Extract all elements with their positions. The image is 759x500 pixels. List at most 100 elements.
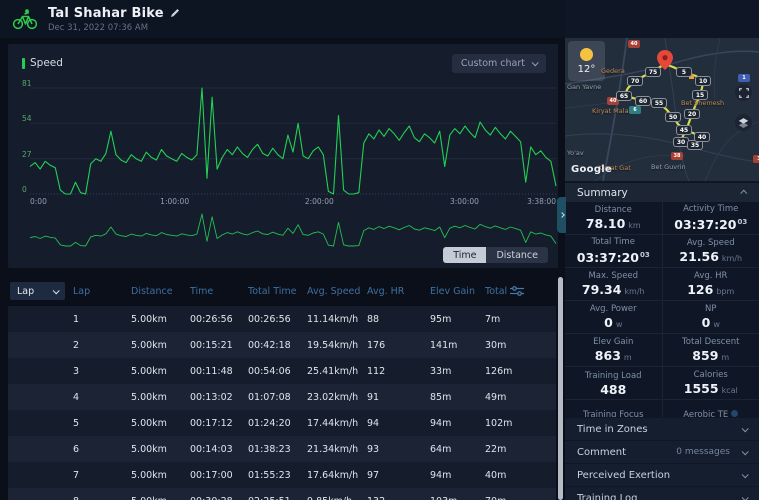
col-header-avg-speed[interactable]: Avg. Speed: [307, 286, 367, 297]
toggle-distance-button[interactable]: Distance: [486, 247, 548, 263]
lap-cell-time: 00:17:12: [190, 418, 248, 429]
lap-cell-avg-hr: 94: [367, 418, 430, 429]
lap-cell-total: 126m: [485, 366, 556, 377]
toggle-time-button[interactable]: Time: [443, 247, 486, 263]
section-time-in-zones[interactable]: Time in Zones: [565, 418, 759, 440]
section-label: Comment: [577, 447, 626, 458]
km-marker: 60: [635, 96, 651, 106]
stat-row: Training Load488Calories1555kcal: [565, 367, 759, 400]
lap-cell-distance: 5.00km: [131, 392, 190, 403]
table-row[interactable]: 55.00km00:17:1201:24:2017.44km/h9494m102…: [8, 410, 556, 436]
chevron-up-icon: [740, 190, 747, 197]
km-marker: 55: [651, 98, 667, 108]
lap-cell-total: 49m: [485, 392, 556, 403]
lap-cell-avg-speed: 9.85km/h: [307, 496, 367, 500]
stat-total-time: Total Time03:37:2003: [565, 235, 662, 267]
x-tick-label: 0:00: [30, 197, 47, 207]
map-town-label: Gedera: [601, 67, 625, 75]
lap-cell-total-time: 01:07:08: [248, 392, 307, 403]
km-marker: 70: [627, 76, 643, 86]
lap-type-select[interactable]: Lap: [10, 282, 65, 300]
stat-row: Elev Gain863mTotal Descent859m: [565, 334, 759, 367]
y-tick-label: 54: [22, 114, 32, 123]
col-header-distance[interactable]: Distance: [131, 286, 190, 297]
lap-cell-avg-speed: 23.02km/h: [307, 392, 367, 403]
activity-page: Tal Shahar Bike Dec 31, 2022 07:36 AM: [0, 0, 759, 500]
stat-elev-gain: Elev Gain863m: [565, 334, 662, 366]
stat-np: NP0w: [662, 301, 759, 333]
stat-avg-hr: Avg. HR126bpm: [662, 268, 759, 300]
col-header-lap[interactable]: Lap: [73, 286, 131, 297]
lap-cell-distance: 5.00km: [131, 418, 190, 429]
x-tick-label: 2:00:00: [305, 197, 334, 207]
lap-table: Lap Lap Distance Time Total Time Avg. Sp…: [8, 276, 556, 500]
stat-total-descent: Total Descent859m: [662, 334, 759, 366]
lap-cell-distance: 5.00km: [131, 470, 190, 481]
lap-cell-lap: 8: [73, 496, 131, 500]
lap-cell-total: 70m: [485, 496, 556, 500]
lap-cell-avg-speed: 17.64km/h: [307, 470, 367, 481]
table-row[interactable]: 35.00km00:11:4800:54:0625.41km/h11233m12…: [8, 358, 556, 384]
sidebar-collapse-handle[interactable]: [557, 197, 566, 233]
detail-sections: Time in Zones Comment 0 messages Perceived …: [565, 418, 759, 500]
lap-cell-lap: 1: [73, 314, 131, 325]
road-shield: 1: [738, 74, 750, 82]
table-row[interactable]: 15.00km00:26:5600:26:5611.14km/h8895m7m: [8, 306, 556, 332]
lap-cell-avg-hr: 97: [367, 470, 430, 481]
stat-training-load: Training Load488: [565, 367, 662, 399]
edit-pencil-icon[interactable]: [170, 8, 180, 18]
lap-cell-lap: 3: [73, 366, 131, 377]
col-header-total-time[interactable]: Total Time: [248, 286, 307, 297]
stat-avg-power: Avg. Power0w: [565, 301, 662, 333]
table-row[interactable]: 75.00km00:17:0001:55:2317.64km/h9794m40m: [8, 462, 556, 488]
google-attribution: Google: [571, 164, 612, 175]
km-marker: 45: [676, 125, 692, 135]
info-icon: [731, 410, 738, 417]
map-town-label: Yo'av: [567, 149, 584, 157]
lap-cell-avg-hr: 132: [367, 496, 430, 500]
section-comment[interactable]: Comment 0 messages: [565, 441, 759, 463]
vertical-scrollbar[interactable]: [558, 277, 563, 500]
lap-cell-avg-hr: 88: [367, 314, 430, 325]
chevron-down-icon: [53, 287, 60, 294]
table-row[interactable]: 25.00km00:15:2100:42:1819.54km/h176141m3…: [8, 332, 556, 358]
lap-cell-elev-gain: 94m: [430, 418, 485, 429]
road-shield: 40: [628, 40, 640, 48]
lap-cell-total-time: 00:54:06: [248, 366, 307, 377]
section-training-log[interactable]: Training Log: [565, 487, 759, 500]
x-tick-label: 1:00:00: [160, 197, 189, 207]
table-row[interactable]: 85.00km00:30:2802:25:519.85km/h132103m70…: [8, 488, 556, 500]
speed-chart[interactable]: [8, 44, 558, 268]
km-marker: 20: [684, 109, 700, 119]
map-town-label: Bet Guvrin: [651, 163, 686, 171]
section-perceived-exertion[interactable]: Perceived Exertion: [565, 464, 759, 486]
map-layers-icon[interactable]: [735, 114, 752, 131]
lap-cell-time: 00:30:28: [190, 496, 248, 500]
col-header-elev-gain[interactable]: Elev Gain: [430, 286, 485, 297]
stat-row: Total Time03:37:2003Avg. Speed21.56km/h: [565, 235, 759, 268]
column-settings-icon[interactable]: [510, 285, 524, 297]
lap-table-header: Lap Lap Distance Time Total Time Avg. Sp…: [8, 276, 556, 306]
fullscreen-icon[interactable]: [735, 84, 752, 101]
section-label: Time in Zones: [577, 424, 648, 435]
col-header-avg-hr[interactable]: Avg. HR: [367, 286, 430, 297]
section-meta: 0 messages: [676, 447, 730, 457]
lap-cell-avg-speed: 17.44km/h: [307, 418, 367, 429]
stat-activity-time: Activity Time03:37:2003: [662, 202, 759, 234]
route-map[interactable]: 12° GederaGan YavneKiryat MalakhiBet She…: [565, 38, 759, 181]
table-row[interactable]: 65.00km00:14:0301:38:2321.34km/h9364m22m: [8, 436, 556, 462]
lap-cell-lap: 5: [73, 418, 131, 429]
lap-cell-avg-hr: 112: [367, 366, 430, 377]
lap-cell-total: 7m: [485, 314, 556, 325]
summary-section-header[interactable]: Summary: [565, 183, 759, 202]
chevron-right-icon: [559, 212, 565, 218]
km-marker: 75: [645, 67, 661, 77]
speed-series-line: [30, 88, 556, 194]
lap-cell-distance: 5.00km: [131, 314, 190, 325]
col-header-time[interactable]: Time: [190, 286, 248, 297]
table-row[interactable]: 45.00km00:13:0201:07:0823.02km/h9185m49m: [8, 384, 556, 410]
lap-cell-elev-gain: 64m: [430, 444, 485, 455]
km-marker: 40: [694, 132, 710, 142]
y-tick-label: 0: [22, 185, 27, 194]
weather-widget[interactable]: 12°: [568, 41, 605, 81]
